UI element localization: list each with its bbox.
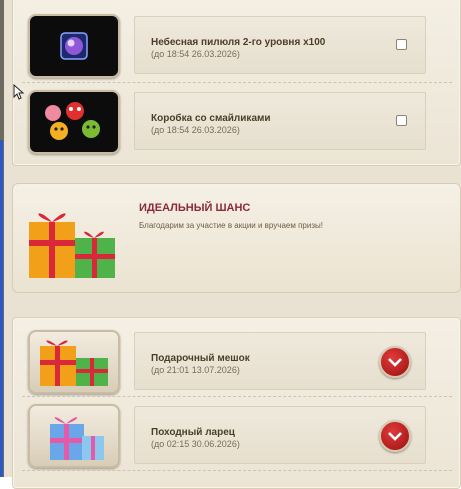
item-title: Походный ларец bbox=[151, 427, 235, 438]
banner-subtitle: Благодарим за участие в акции и вручаем … bbox=[139, 221, 323, 230]
page: Небесная пилюля 2-го уровня х100 (до 18:… bbox=[0, 0, 461, 489]
item-info: Подарочный мешок (до 21:01 13.07.2026) bbox=[134, 332, 426, 390]
item-expiry: (до 02:15 30.06.2026) bbox=[151, 439, 240, 449]
gift-boxes-icon bbox=[23, 204, 123, 287]
item-title: Коробка со смайликами bbox=[151, 113, 271, 124]
mouse-cursor-icon bbox=[13, 84, 25, 100]
chevron-down-icon bbox=[388, 432, 402, 441]
divider bbox=[22, 470, 452, 471]
item-expiry: (до 21:01 13.07.2026) bbox=[151, 365, 240, 375]
list-item: Небесная пилюля 2-го уровня х100 (до 18:… bbox=[28, 14, 448, 78]
promo-banner: ИДЕАЛЬНЫЙ ШАНС Благодарим за участие в а… bbox=[12, 183, 461, 293]
item-title: Подарочный мешок bbox=[151, 353, 250, 364]
item-expiry: (до 18:54 26.03.2026) bbox=[151, 125, 240, 135]
divider bbox=[22, 82, 452, 83]
expand-button[interactable] bbox=[379, 420, 411, 452]
item-expiry: (до 18:54 26.03.2026) bbox=[151, 49, 240, 59]
banner-title: ИДЕАЛЬНЫЙ ШАНС bbox=[139, 202, 251, 214]
divider bbox=[22, 396, 452, 397]
item-info: Походный ларец (до 02:15 30.06.2026) bbox=[134, 406, 426, 464]
gift-boxes-icon bbox=[28, 330, 120, 394]
expand-button[interactable] bbox=[379, 346, 411, 378]
purple-orb-icon bbox=[28, 14, 120, 78]
smiley-box-icon bbox=[28, 90, 120, 154]
window-edge-blue bbox=[0, 140, 3, 477]
list-item: Походный ларец (до 02:15 30.06.2026) bbox=[28, 404, 448, 468]
item-checkbox[interactable] bbox=[396, 115, 407, 126]
item-checkbox[interactable] bbox=[396, 39, 407, 50]
blue-gift-box-icon bbox=[28, 404, 120, 468]
chevron-down-icon bbox=[388, 358, 402, 367]
item-info: Небесная пилюля 2-го уровня х100 (до 18:… bbox=[134, 16, 426, 74]
item-title: Небесная пилюля 2-го уровня х100 bbox=[151, 37, 326, 48]
list-item: Подарочный мешок (до 21:01 13.07.2026) bbox=[28, 330, 448, 394]
item-info: Коробка со смайликами (до 18:54 26.03.20… bbox=[134, 92, 426, 150]
list-item: Коробка со смайликами (до 18:54 26.03.20… bbox=[28, 90, 448, 154]
